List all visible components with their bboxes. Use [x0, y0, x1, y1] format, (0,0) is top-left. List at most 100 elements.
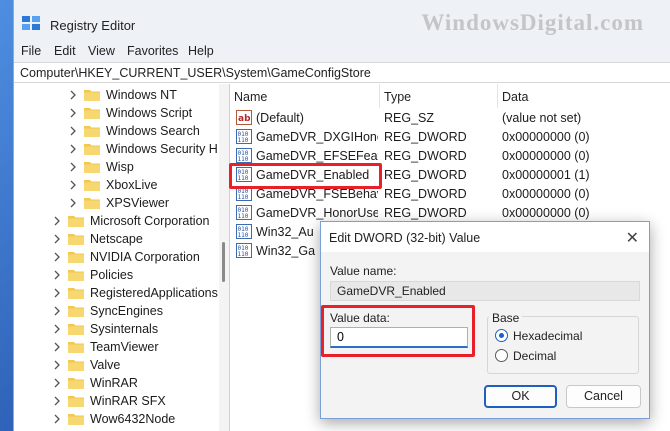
hexadecimal-label[interactable]: Hexadecimal	[513, 329, 582, 343]
value-type-cell: REG_DWORD	[384, 168, 467, 182]
value-name-cell: (Default)	[256, 111, 304, 125]
tree-item[interactable]: WinRAR	[52, 374, 138, 392]
folder-icon	[84, 108, 100, 119]
binary-value-icon: 010110	[236, 129, 252, 144]
menu-help[interactable]: Help	[188, 44, 214, 58]
tree-item[interactable]: Windows Script	[68, 104, 192, 122]
tree-item[interactable]: XPSViewer	[68, 194, 169, 212]
value-name-field: GameDVR_Enabled	[330, 281, 640, 301]
value-data-cell: 0x00000000 (0)	[502, 187, 590, 201]
folder-icon	[84, 144, 100, 155]
folder-icon	[68, 396, 84, 407]
value-name-cell: GameDVR_EFSEFeatur...	[256, 149, 378, 163]
chevron-right-icon[interactable]	[52, 360, 62, 370]
dialog-title-bar[interactable]: Edit DWORD (32-bit) Value ✕	[321, 222, 649, 252]
value-row[interactable]: 010110 GameDVR_DXGIHono... REG_DWORD 0x0000…	[230, 128, 670, 147]
chevron-right-icon[interactable]	[68, 90, 78, 100]
cancel-button[interactable]: Cancel	[566, 385, 641, 408]
chevron-right-icon[interactable]	[52, 288, 62, 298]
address-bar[interactable]: Computer\HKEY_CURRENT_USER\System\GameCo…	[14, 62, 670, 83]
close-icon[interactable]: ✕	[626, 228, 639, 248]
decimal-radio[interactable]	[495, 349, 508, 362]
binary-value-icon: 010110	[236, 148, 252, 163]
chevron-right-icon[interactable]	[52, 378, 62, 388]
tree-item-label: Windows NT	[106, 88, 177, 102]
chevron-right-icon[interactable]	[52, 234, 62, 244]
base-label: Base	[489, 311, 523, 325]
column-header-name[interactable]: Name	[230, 84, 380, 108]
tree-item[interactable]: NVIDIA Corporation	[52, 248, 200, 266]
tree-item[interactable]: Sysinternals	[52, 320, 158, 338]
highlight-gamedvr-enabled	[229, 163, 382, 189]
decimal-label[interactable]: Decimal	[513, 349, 556, 363]
tree-item[interactable]: Windows NT	[68, 86, 177, 104]
tree-item-label: XboxLive	[106, 178, 158, 192]
menu-view[interactable]: View	[88, 44, 115, 58]
tree-item[interactable]: Valve	[52, 356, 120, 374]
folder-icon	[68, 252, 84, 263]
chevron-right-icon[interactable]	[68, 180, 78, 190]
tree-item[interactable]: RegisteredApplications	[52, 284, 218, 302]
tree-item-label: RegisteredApplications	[90, 286, 218, 300]
chevron-right-icon[interactable]	[52, 306, 62, 316]
chevron-right-icon[interactable]	[68, 126, 78, 136]
svg-text:110: 110	[238, 137, 249, 144]
column-header-type[interactable]: Type	[380, 84, 498, 108]
value-type-cell: REG_DWORD	[384, 149, 467, 163]
menu-edit[interactable]: Edit	[54, 44, 76, 58]
svg-text:110: 110	[238, 213, 249, 220]
tree-scrollbar[interactable]	[219, 84, 229, 431]
tree-item[interactable]: WinRAR SFX	[52, 392, 166, 410]
column-header-data[interactable]: Data	[498, 84, 670, 108]
chevron-right-icon[interactable]	[52, 342, 62, 352]
tree-item[interactable]: Microsoft Corporation	[52, 212, 210, 230]
binary-value-icon: 010110	[236, 243, 252, 258]
chevron-right-icon[interactable]	[68, 108, 78, 118]
folder-icon	[68, 234, 84, 245]
svg-text:110: 110	[238, 251, 249, 258]
tree-item[interactable]: Netscape	[52, 230, 143, 248]
ok-button[interactable]: OK	[484, 385, 557, 408]
chevron-right-icon[interactable]	[52, 396, 62, 406]
chevron-right-icon[interactable]	[52, 216, 62, 226]
hexadecimal-radio[interactable]	[495, 329, 508, 342]
tree-item[interactable]: Windows Search	[68, 122, 200, 140]
folder-icon	[68, 288, 84, 299]
chevron-right-icon[interactable]	[68, 144, 78, 154]
menu-favorites[interactable]: Favorites	[127, 44, 178, 58]
title-bar[interactable]: Registry Editor WindowsDigital.com	[14, 0, 670, 42]
tree-item[interactable]: Windows Security H	[68, 140, 218, 158]
value-data-cell: (value not set)	[502, 111, 582, 125]
tree-item-label: Windows Script	[106, 106, 193, 120]
tree-item-label: Sysinternals	[90, 322, 159, 336]
tree-scrollbar-thumb[interactable]	[222, 242, 225, 282]
value-name-cell: GameDVR_HonorUser...	[256, 206, 378, 220]
chevron-right-icon[interactable]	[52, 252, 62, 262]
chevron-right-icon[interactable]	[52, 270, 62, 280]
value-row[interactable]: ab (Default) REG_SZ (value not set)	[230, 109, 670, 128]
tree-item[interactable]: TeamViewer	[52, 338, 159, 356]
tree-item[interactable]: Policies	[52, 266, 133, 284]
chevron-right-icon[interactable]	[52, 324, 62, 334]
chevron-right-icon[interactable]	[68, 198, 78, 208]
tree-item[interactable]: Wow6432Node	[52, 410, 175, 428]
chevron-right-icon[interactable]	[52, 414, 62, 424]
key-tree[interactable]: Windows NT Windows Script Windows Search Wi…	[14, 84, 219, 431]
folder-icon	[84, 198, 100, 209]
dialog-title: Edit DWORD (32-bit) Value	[329, 231, 481, 245]
tree-item[interactable]: SyncEngines	[52, 302, 163, 320]
folder-icon	[84, 180, 100, 191]
string-value-icon: ab	[236, 110, 252, 125]
tree-item[interactable]: XboxLive	[68, 176, 157, 194]
value-data-cell: 0x00000000 (0)	[502, 206, 590, 220]
highlight-value-data	[321, 305, 475, 357]
window-title: Registry Editor	[50, 18, 136, 33]
menu-bar: File Edit View Favorites Help	[14, 42, 670, 62]
svg-text:110: 110	[238, 194, 249, 201]
menu-file[interactable]: File	[21, 44, 41, 58]
value-name-cell: GameDVR_DXGIHono...	[256, 130, 378, 144]
tree-item[interactable]: Wisp	[68, 158, 134, 176]
chevron-right-icon[interactable]	[68, 162, 78, 172]
folder-icon	[68, 360, 84, 371]
tree-item-label: Valve	[90, 358, 121, 372]
